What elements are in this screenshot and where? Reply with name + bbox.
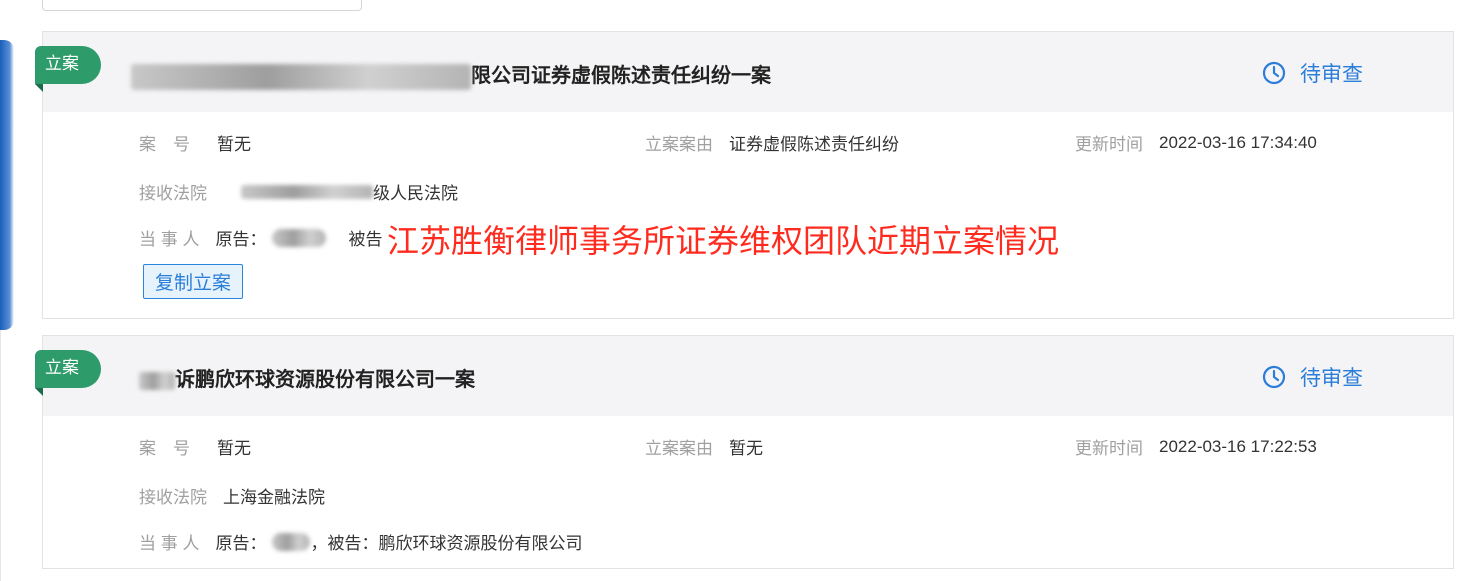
parties-row: 当 事 人 原告： 被告 bbox=[139, 225, 382, 250]
clock-icon bbox=[1262, 365, 1286, 389]
side-accent-strip bbox=[0, 40, 14, 330]
case-card: 立案 限公司证券虚假陈述责任纠纷一案 待审查 案 号 暂无 立案案由 证券虚假陈… bbox=[35, 31, 1454, 319]
case-title-text: 限公司证券虚假陈述责任纠纷一案 bbox=[471, 65, 771, 87]
case-cause-label: 立案案由 bbox=[645, 135, 713, 154]
case-number-row: 案 号 暂无 bbox=[139, 130, 251, 155]
court-row: 接收法院 级人民法院 bbox=[139, 179, 458, 204]
court-label: 接收法院 bbox=[139, 184, 207, 203]
watermark-caption: 江苏胜衡律师事务所证券维权团队近期立案情况 bbox=[387, 223, 1060, 259]
updated-time-label: 更新时间 bbox=[1075, 439, 1143, 458]
plaintiff-label: 原告： bbox=[215, 230, 267, 249]
case-status: 待审查 bbox=[1262, 362, 1363, 392]
updated-time-value: 2022-03-16 17:22:53 bbox=[1159, 436, 1317, 456]
copy-case-button[interactable]: 复制立案 bbox=[143, 264, 243, 299]
case-card: 立案 诉鹏欣环球资源股份有限公司一案 待审查 案 号 暂无 立案案由 暂无 更新… bbox=[35, 335, 1454, 569]
clock-icon bbox=[1262, 61, 1286, 85]
case-title[interactable]: 诉鹏欣环球资源股份有限公司一案 bbox=[139, 363, 475, 392]
case-cause-label: 立案案由 bbox=[645, 439, 713, 458]
search-input[interactable] bbox=[42, 0, 362, 11]
case-number-label: 案 号 bbox=[139, 439, 190, 458]
case-cause-value: 暂无 bbox=[729, 439, 763, 458]
side-divider bbox=[0, 330, 1, 581]
case-status-text: 待审查 bbox=[1300, 63, 1363, 86]
case-filed-tag: 立案 bbox=[35, 350, 101, 396]
court-value: 上海金融法院 bbox=[223, 488, 325, 507]
case-status-text: 待审查 bbox=[1300, 367, 1363, 390]
parties-label: 当 事 人 bbox=[139, 534, 200, 553]
plaintiff-label: 原告： bbox=[215, 534, 267, 553]
case-number-label: 案 号 bbox=[139, 135, 190, 154]
parties-row: 当 事 人 原告： ，被告：鹏欣环球资源股份有限公司 bbox=[139, 529, 582, 554]
updated-time-value: 2022-03-16 17:34:40 bbox=[1159, 132, 1317, 152]
redacted-text bbox=[131, 63, 471, 90]
case-number-value: 暂无 bbox=[217, 135, 251, 154]
redacted-text bbox=[139, 371, 175, 390]
court-value: 级人民法院 bbox=[373, 184, 458, 203]
case-cause-value: 证券虚假陈述责任纠纷 bbox=[729, 135, 899, 154]
updated-time-row: 更新时间 2022-03-16 17:34:40 bbox=[1075, 130, 1317, 155]
case-card-header: 立案 诉鹏欣环球资源股份有限公司一案 待审查 bbox=[35, 336, 1453, 416]
redacted-text bbox=[272, 228, 327, 247]
case-cause-row: 立案案由 证券虚假陈述责任纠纷 bbox=[645, 130, 899, 155]
case-title-text: 诉鹏欣环球资源股份有限公司一案 bbox=[175, 369, 475, 391]
case-title[interactable]: 限公司证券虚假陈述责任纠纷一案 bbox=[131, 59, 771, 90]
case-number-value: 暂无 bbox=[217, 439, 251, 458]
defendant-label: 被告 bbox=[348, 230, 383, 249]
case-status: 待审查 bbox=[1262, 58, 1363, 88]
case-card-header: 立案 限公司证券虚假陈述责任纠纷一案 待审查 bbox=[35, 32, 1453, 112]
redacted-text bbox=[241, 184, 373, 199]
case-cause-row: 立案案由 暂无 bbox=[645, 434, 763, 459]
updated-time-row: 更新时间 2022-03-16 17:22:53 bbox=[1075, 434, 1317, 459]
updated-time-label: 更新时间 bbox=[1075, 135, 1143, 154]
redacted-text bbox=[272, 532, 311, 551]
case-number-row: 案 号 暂无 bbox=[139, 434, 251, 459]
defendant-text: ，被告：鹏欣环球资源股份有限公司 bbox=[310, 534, 583, 553]
court-row: 接收法院 上海金融法院 bbox=[139, 483, 325, 508]
parties-label: 当 事 人 bbox=[139, 230, 200, 249]
court-label: 接收法院 bbox=[139, 488, 207, 507]
case-filed-tag: 立案 bbox=[35, 46, 101, 92]
